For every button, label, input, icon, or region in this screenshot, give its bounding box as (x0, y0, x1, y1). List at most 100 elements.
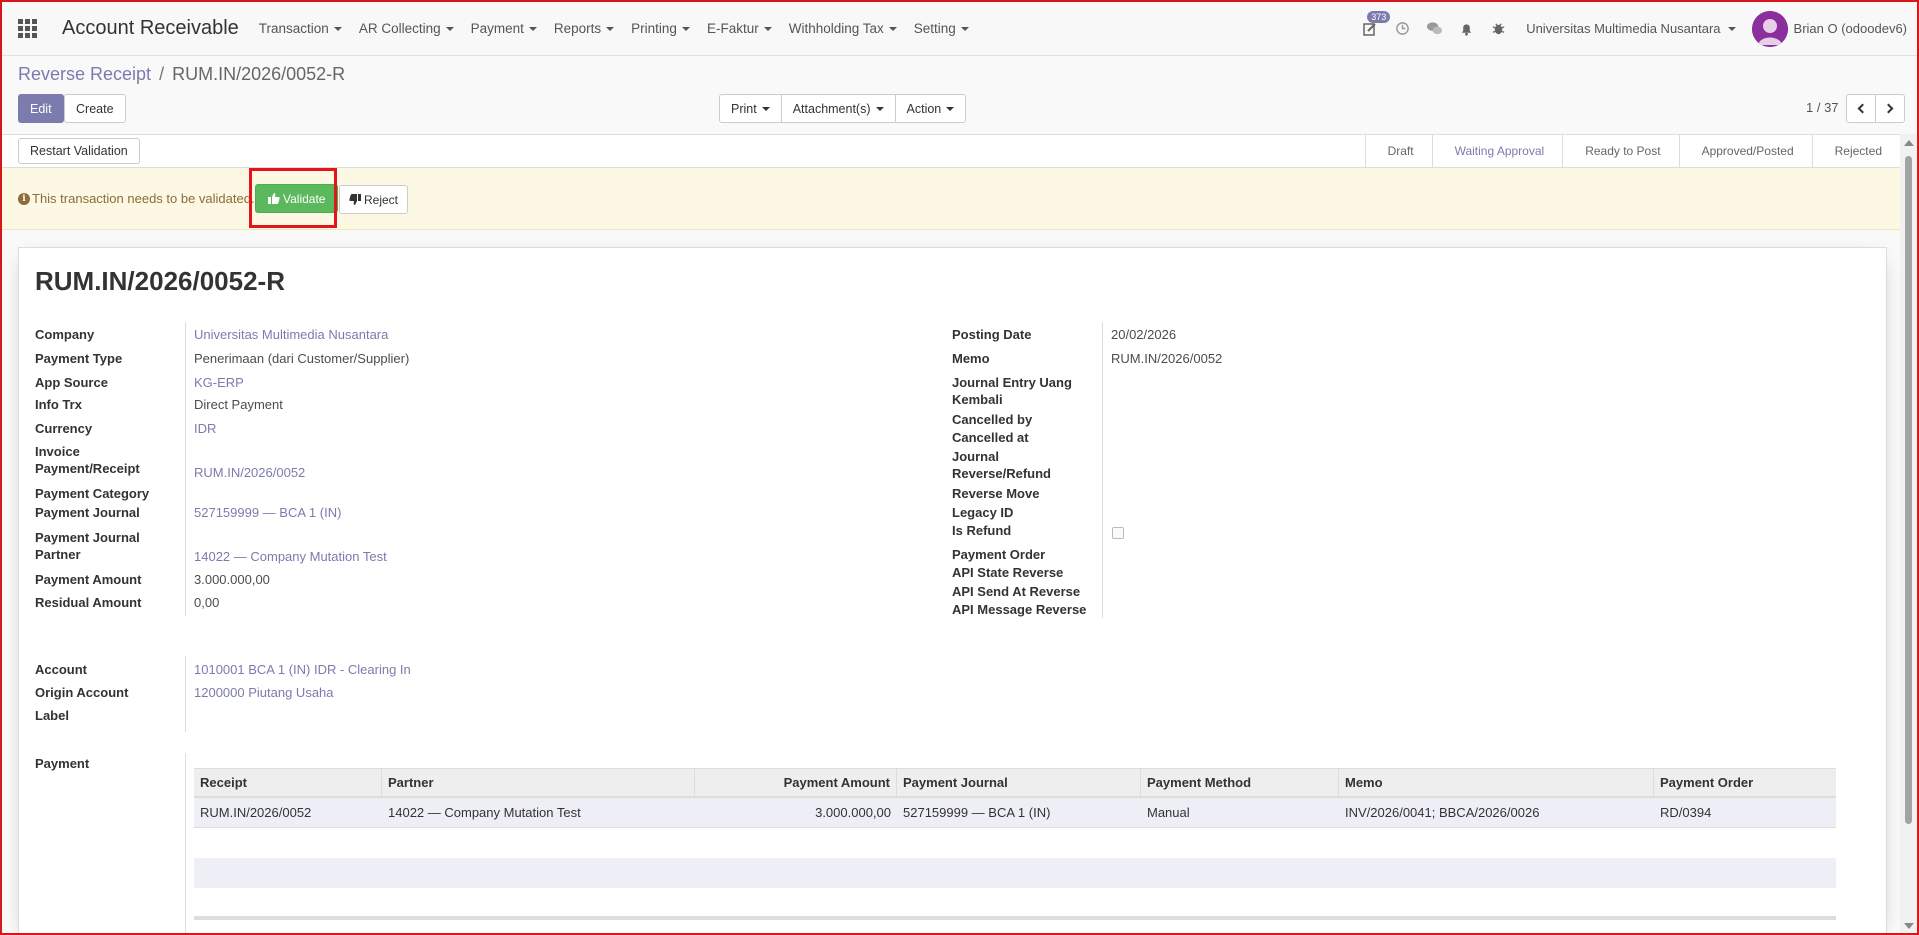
menu-withholding-tax[interactable]: Withholding Tax (789, 21, 897, 36)
menu-e-faktur[interactable]: E-Faktur (707, 21, 772, 36)
column-payment-order[interactable]: Payment Order (1654, 769, 1836, 796)
origin-account-field[interactable]: 1200000 Piutang Usaha (194, 684, 334, 701)
cell-payment-journal: 527159999 — BCA 1 (IN) (903, 805, 1051, 820)
bug-icon[interactable] (1484, 15, 1512, 43)
table-footer (194, 916, 1836, 920)
account-field[interactable]: 1010001 BCA 1 (IN) IDR - Clearing In (194, 661, 411, 678)
company-switcher[interactable]: Universitas Multimedia Nusantara (1526, 21, 1736, 36)
left-column-divider (185, 322, 186, 616)
stage-approved-posted[interactable]: Approved/Posted (1678, 135, 1812, 167)
alert-message: i This transaction needs to be validated… (18, 191, 255, 206)
column-receipt[interactable]: Receipt (194, 769, 382, 796)
caret-down-icon (960, 26, 969, 31)
caret-down-icon (681, 26, 690, 31)
clock-icon[interactable] (1388, 15, 1416, 43)
action-button-group: Print Attachment(s) Action (719, 94, 967, 123)
label-legacy-id: Legacy ID (952, 505, 1014, 520)
table-header: Receipt Partner Payment Amount Payment J… (194, 768, 1836, 798)
menu-transaction[interactable]: Transaction (259, 21, 342, 36)
avatar (1751, 10, 1788, 47)
label-api-send-at-reverse: API Send At Reverse (952, 584, 1081, 599)
scroll-up-icon[interactable] (1904, 140, 1914, 146)
breadcrumb-parent-link[interactable]: Reverse Receipt (18, 64, 151, 85)
posting-date-field: 20/02/2026 (1111, 327, 1177, 342)
caret-down-icon (946, 106, 955, 111)
bell-icon[interactable] (1452, 15, 1480, 43)
stage-rejected[interactable]: Rejected (1811, 135, 1900, 167)
breadcrumb-separator: / (159, 64, 165, 84)
label-cancelled-at: Cancelled at (952, 430, 1029, 445)
payment-type-field: Penerimaan (dari Customer/Supplier) (194, 351, 410, 366)
menu-reports[interactable]: Reports (554, 21, 615, 36)
column-payment-journal[interactable]: Payment Journal (897, 769, 1141, 796)
payment-journal-field[interactable]: 527159999 — BCA 1 (IN) (194, 504, 341, 521)
invoice-payment-receipt-field[interactable]: RUM.IN/2026/0052 (194, 464, 305, 481)
chevron-right-icon (1883, 103, 1894, 114)
menu-ar-collecting[interactable]: AR Collecting (359, 21, 454, 36)
chat-icon[interactable] (1420, 15, 1448, 43)
breadcrumb-current: RUM.IN/2026/0052-R (172, 64, 346, 84)
user-menu[interactable]: Brian O (odoodev6) (1751, 10, 1907, 47)
label-app-source: App Source (35, 375, 108, 390)
record-title: RUM.IN/2026/0052-R (35, 266, 285, 296)
vertical-scrollbar[interactable] (1900, 134, 1917, 933)
pager-previous-button[interactable] (1846, 94, 1876, 123)
apps-menu-icon[interactable] (18, 19, 38, 39)
navbar-right: 373 Universitas Multimedia Nusantara Bri… (1352, 10, 1917, 47)
label-payment-journal-partner: Payment Journal Partner (35, 530, 140, 562)
column-payment-amount[interactable]: Payment Amount (695, 769, 897, 796)
app-source-field[interactable]: KG-ERP (194, 374, 244, 391)
scroll-down-icon[interactable] (1904, 923, 1914, 929)
user-name: Brian O (odoodev6) (1793, 21, 1907, 36)
activity-badge: 373 (1367, 10, 1391, 23)
action-dropdown[interactable]: Action (894, 94, 967, 123)
caret-down-icon (761, 106, 770, 111)
pager-next-button[interactable] (1875, 94, 1905, 123)
label-label: Label (35, 708, 69, 723)
menu-payment[interactable]: Payment (471, 21, 537, 36)
caret-down-icon (888, 26, 897, 31)
is-refund-checkbox[interactable] (1112, 527, 1124, 539)
column-partner[interactable]: Partner (382, 769, 695, 796)
print-dropdown[interactable]: Print (719, 94, 782, 123)
label-residual-amount: Residual Amount (35, 595, 142, 610)
thumbs-up-icon (268, 193, 280, 204)
currency-field[interactable]: IDR (194, 420, 216, 437)
edit-button[interactable]: Edit (18, 94, 64, 123)
cell-payment-order: RD/0394 (1660, 805, 1712, 820)
menu-printing[interactable]: Printing (631, 21, 690, 36)
validate-button[interactable]: Validate (255, 184, 339, 213)
label-currency: Currency (35, 421, 93, 436)
cell-receipt: RUM.IN/2026/0052 (200, 805, 312, 820)
restart-validation-button[interactable]: Restart Validation (18, 138, 140, 164)
label-payment-lines: Payment (35, 756, 90, 771)
stage-ready-to-post[interactable]: Ready to Post (1562, 135, 1678, 167)
menu-setting[interactable]: Setting (914, 21, 969, 36)
payment-journal-partner-field[interactable]: 14022 — Company Mutation Test (194, 548, 387, 565)
empty-row (194, 828, 1836, 858)
stage-pipeline: Draft Waiting Approval Ready to Post App… (1364, 135, 1900, 167)
breadcrumb: Reverse Receipt / RUM.IN/2026/0052-R (18, 64, 345, 85)
label-journal-reverse-refund: Journal Reverse/Refund (952, 449, 1051, 481)
empty-row (194, 888, 1836, 918)
column-memo[interactable]: Memo (1339, 769, 1654, 796)
cell-payment-amount: 3.000.000,00 (815, 805, 891, 820)
company-field[interactable]: Universitas Multimedia Nusantara (194, 326, 388, 343)
reject-button[interactable]: Reject (339, 185, 409, 214)
column-payment-method[interactable]: Payment Method (1141, 769, 1339, 796)
attachments-dropdown[interactable]: Attachment(s) (780, 94, 896, 123)
payment-divider (185, 753, 186, 934)
label-memo: Memo (952, 351, 990, 366)
main-menu: Transaction AR Collecting Payment Report… (259, 21, 986, 36)
memo-field: RUM.IN/2026/0052 (1111, 351, 1223, 366)
activity-icon[interactable]: 373 (1356, 10, 1391, 43)
stage-draft[interactable]: Draft (1364, 135, 1432, 167)
scroll-thumb[interactable] (1905, 156, 1912, 824)
empty-row (194, 858, 1836, 888)
label-payment-journal: Payment Journal (35, 505, 140, 520)
stage-waiting-approval[interactable]: Waiting Approval (1431, 135, 1563, 167)
label-invoice-payment-receipt: Invoice Payment/Receipt (35, 444, 140, 476)
account-divider (185, 656, 186, 732)
table-row[interactable]: RUM.IN/2026/0052 14022 — Company Mutatio… (194, 798, 1836, 828)
create-button[interactable]: Create (64, 94, 126, 123)
